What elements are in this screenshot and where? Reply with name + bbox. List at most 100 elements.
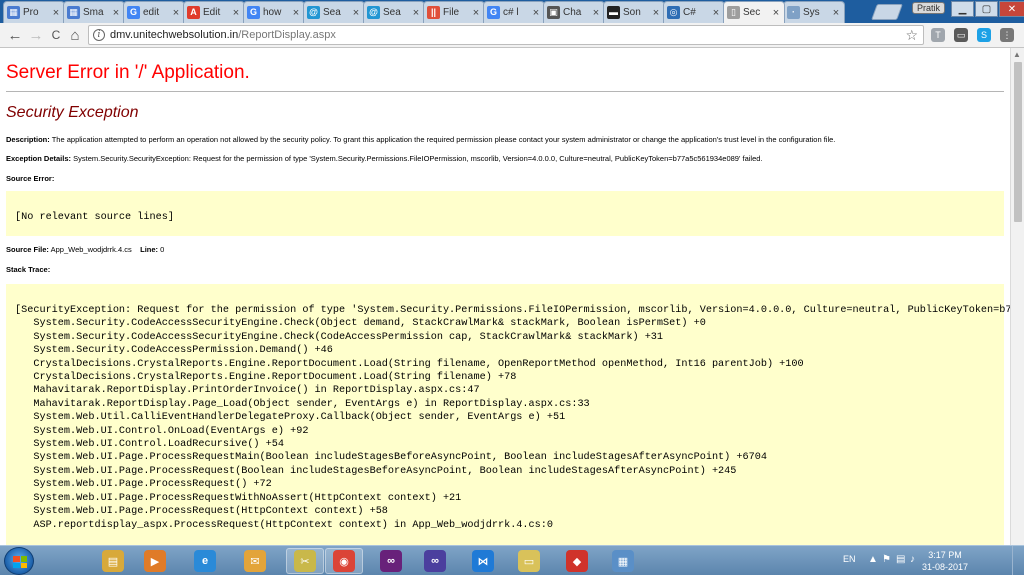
- tab-close-icon[interactable]: ×: [591, 7, 601, 19]
- source-error-label: Source Error:: [6, 174, 55, 183]
- browser-tab[interactable]: ▯ Sec ×: [723, 1, 785, 23]
- url-host: dmv.unitechwebsolution.in: [110, 29, 239, 41]
- tray-arrow-icon[interactable]: ▲: [868, 554, 878, 565]
- maximize-button[interactable]: ▢: [975, 1, 998, 17]
- tab-close-icon[interactable]: ×: [471, 7, 481, 19]
- browser-tab[interactable]: · Sys ×: [783, 1, 845, 23]
- swirl-icon: @: [307, 6, 320, 19]
- stack-trace-line: CrystalDecisions.CrystalReports.Engine.R…: [15, 372, 517, 384]
- adobe-icon: A: [187, 6, 200, 19]
- google-icon: G: [127, 6, 140, 19]
- taskbar-app[interactable]: ∞: [372, 548, 410, 574]
- taskbar-app[interactable]: ▦: [604, 548, 642, 574]
- taskbar-app[interactable]: ▤: [94, 548, 132, 574]
- close-window-button[interactable]: ✕: [999, 1, 1024, 17]
- taskbar-app[interactable]: e: [186, 548, 224, 574]
- browser-tab[interactable]: Gc# l ×: [483, 1, 545, 23]
- tab-title: Sec: [743, 7, 761, 18]
- minimize-button[interactable]: ▁: [951, 1, 974, 17]
- back-arrow-icon: ←: [7, 26, 23, 44]
- browser-tab[interactable]: ▦ Pro ×: [3, 1, 65, 23]
- windows-logo-icon: [13, 556, 27, 568]
- stack-trace-line: System.Web.UI.Control.OnLoad(EventArgs e…: [15, 425, 309, 437]
- grid-icon: ▦: [7, 6, 20, 19]
- tab-close-icon[interactable]: ×: [831, 7, 841, 19]
- browser-tab[interactable]: ▦ Sma ×: [63, 1, 125, 23]
- infinity-icon: ∞: [424, 550, 446, 572]
- tab-close-icon[interactable]: ×: [291, 7, 301, 19]
- forward-button[interactable]: →: [27, 26, 45, 44]
- start-button[interactable]: [4, 547, 34, 575]
- clock-time: 3:17 PM: [928, 550, 962, 560]
- taskbar-app[interactable]: ▶: [136, 548, 174, 574]
- browser-tab[interactable]: @ Sea ×: [363, 1, 425, 23]
- browser-tab[interactable]: A Edit ×: [183, 1, 245, 23]
- scrollbar-thumb[interactable]: [1014, 62, 1022, 222]
- taskbar-app[interactable]: ∞: [416, 548, 454, 574]
- tab-close-icon[interactable]: ×: [51, 7, 61, 19]
- tab-title: how: [263, 7, 282, 18]
- menu-icon[interactable]: ⋮: [1000, 28, 1014, 42]
- url-text[interactable]: dmv.unitechwebsolution.in/ReportDisplay.…: [110, 29, 336, 41]
- exception-title: Security Exception: [6, 104, 139, 121]
- address-bar[interactable]: i dmv.unitechwebsolution.in/ReportDispla…: [88, 25, 924, 45]
- profile-button[interactable]: Pratik: [912, 2, 946, 14]
- browser-tab[interactable]: ◎ C# ×: [663, 1, 725, 23]
- tab-close-icon[interactable]: ×: [771, 7, 781, 19]
- flag-icon[interactable]: ⚑: [882, 554, 891, 565]
- browser-tab[interactable]: Gedit ×: [123, 1, 185, 23]
- tab-title: Son: [623, 7, 641, 18]
- diamond-icon: ◆: [566, 550, 588, 572]
- swirl-icon: @: [367, 6, 380, 19]
- tab-close-icon[interactable]: ×: [531, 7, 541, 19]
- taskbar-app[interactable]: ✉: [236, 548, 274, 574]
- cast-icon[interactable]: ▭: [954, 28, 968, 42]
- browser-toolbar: ← → C ⌂ i dmv.unitechwebsolution.in/Repo…: [0, 23, 1024, 48]
- description-line: Description: The application attempted t…: [6, 135, 835, 144]
- taskbar-app[interactable]: ⋈: [464, 548, 502, 574]
- tab-close-icon[interactable]: ×: [411, 7, 421, 19]
- stack-trace-line: System.Web.UI.Page.ProcessRequest(HttpCo…: [15, 506, 388, 518]
- network-icon[interactable]: ▤: [896, 554, 905, 565]
- bookmark-star-icon[interactable]: ☆: [905, 27, 918, 44]
- home-button[interactable]: ⌂: [66, 26, 84, 44]
- tab-title: Sys: [803, 7, 820, 18]
- show-desktop-button[interactable]: [1012, 546, 1024, 575]
- back-button[interactable]: ←: [6, 26, 24, 44]
- taskbar-app[interactable]: ▭: [510, 548, 548, 574]
- google-icon: G: [247, 6, 260, 19]
- browser-tab[interactable]: Ghow ×: [243, 1, 305, 23]
- pause-icon: ||: [427, 6, 440, 19]
- skype-icon[interactable]: S: [977, 28, 991, 42]
- new-tab-button[interactable]: [871, 4, 903, 20]
- tab-close-icon[interactable]: ×: [651, 7, 661, 19]
- exception-details-line: Exception Details: System.Security.Secur…: [6, 154, 763, 163]
- tab-close-icon[interactable]: ×: [111, 7, 121, 19]
- tab-close-icon[interactable]: ×: [711, 7, 721, 19]
- url-path: /ReportDisplay.aspx: [238, 29, 336, 41]
- tab-title: c# l: [503, 7, 519, 18]
- clock-date: 31-08-2017: [921, 562, 969, 572]
- tab-title: Sea: [383, 7, 401, 18]
- taskbar-app[interactable]: ◆: [558, 548, 596, 574]
- browser-tab[interactable]: @ Sea ×: [303, 1, 365, 23]
- translate-icon[interactable]: T: [931, 28, 945, 42]
- language-indicator[interactable]: EN: [843, 554, 856, 564]
- tab-close-icon[interactable]: ×: [351, 7, 361, 19]
- taskbar-app[interactable]: ✂: [286, 548, 324, 574]
- browser-tab[interactable]: ▬ Son ×: [603, 1, 665, 23]
- browser-tab[interactable]: ▣ Cha ×: [543, 1, 605, 23]
- vertical-scrollbar[interactable]: ▲: [1010, 48, 1024, 545]
- browser-tab[interactable]: || File ×: [423, 1, 485, 23]
- notes-icon: ▭: [518, 550, 540, 572]
- reload-button[interactable]: C: [47, 26, 65, 44]
- divider: [6, 91, 1004, 92]
- taskbar-app[interactable]: ◉: [325, 548, 363, 574]
- tab-strip: ▦ Pro × ▦ Sma × Gedit × A Edit × Ghow × @ Sea × @ Sea × || F…: [0, 0, 1024, 23]
- scroll-up-arrow-icon[interactable]: ▲: [1013, 50, 1021, 59]
- page-content: Server Error in '/' Application. Securit…: [0, 48, 1010, 545]
- tab-close-icon[interactable]: ×: [231, 7, 241, 19]
- tab-close-icon[interactable]: ×: [171, 7, 181, 19]
- info-icon[interactable]: i: [93, 29, 105, 41]
- clock[interactable]: 3:17 PM 31-08-2017: [910, 549, 980, 573]
